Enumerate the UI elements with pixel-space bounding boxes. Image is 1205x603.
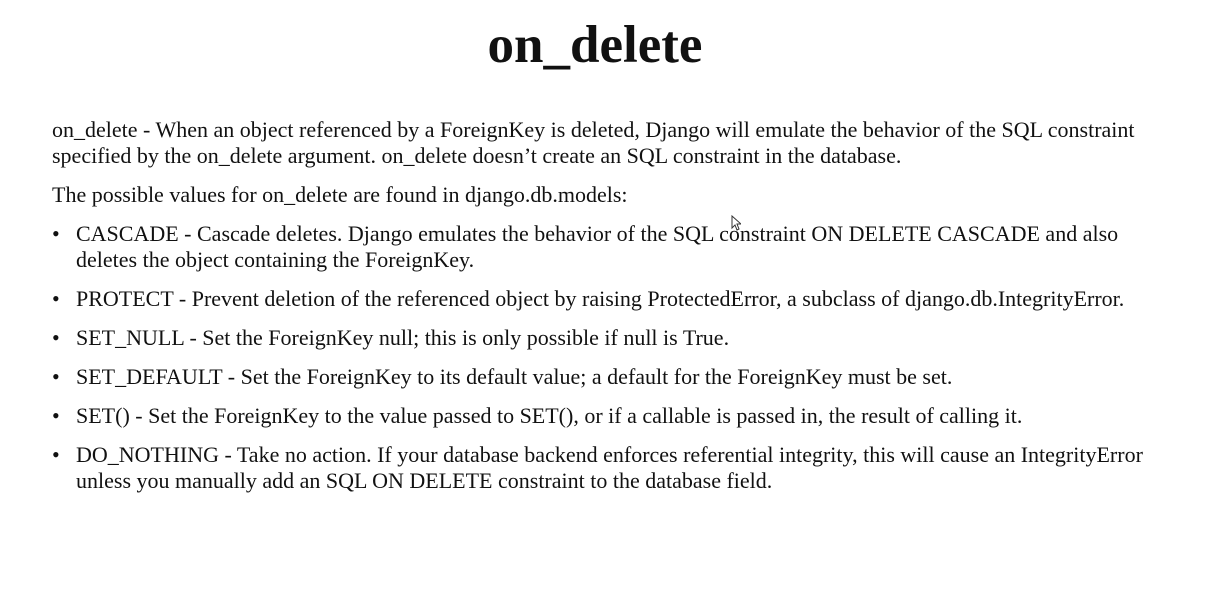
list-item-protect: • PROTECT - Prevent deletion of the refe… xyxy=(52,286,1152,312)
values-intro-paragraph: The possible values for on_delete are fo… xyxy=(52,182,628,207)
bullet-icon: • xyxy=(52,403,60,428)
bullet-icon: • xyxy=(52,364,60,389)
bullet-icon: • xyxy=(52,442,60,467)
list-item-text: SET_DEFAULT - Set the ForeignKey to its … xyxy=(76,364,953,389)
slide-body: on_delete - When an object referenced by… xyxy=(52,117,1152,507)
bullet-icon: • xyxy=(52,221,60,246)
list-item-text: SET_NULL - Set the ForeignKey null; this… xyxy=(76,325,730,350)
list-item-text: DO_NOTHING - Take no action. If your dat… xyxy=(76,442,1143,493)
slide: on_delete on_delete - When an object ref… xyxy=(0,0,1205,603)
on-delete-options-list: • CASCADE - Cascade deletes. Django emul… xyxy=(52,221,1152,494)
list-item-cascade: • CASCADE - Cascade deletes. Django emul… xyxy=(52,221,1152,273)
list-item-set-default: • SET_DEFAULT - Set the ForeignKey to it… xyxy=(52,364,1152,390)
page-title: on_delete xyxy=(487,16,703,74)
list-item-set-null: • SET_NULL - Set the ForeignKey null; th… xyxy=(52,325,1152,351)
list-item-text: PROTECT - Prevent deletion of the refere… xyxy=(76,286,1125,311)
list-item-text: CASCADE - Cascade deletes. Django emulat… xyxy=(76,221,1119,272)
bullet-icon: • xyxy=(52,286,60,311)
list-item-do-nothing: • DO_NOTHING - Take no action. If your d… xyxy=(52,442,1152,494)
intro-paragraph: on_delete - When an object referenced by… xyxy=(52,117,1135,168)
bullet-icon: • xyxy=(52,325,60,350)
mouse-pointer-icon xyxy=(731,215,741,231)
list-item-set: • SET() - Set the ForeignKey to the valu… xyxy=(52,403,1152,429)
list-item-text: SET() - Set the ForeignKey to the value … xyxy=(76,403,1023,428)
